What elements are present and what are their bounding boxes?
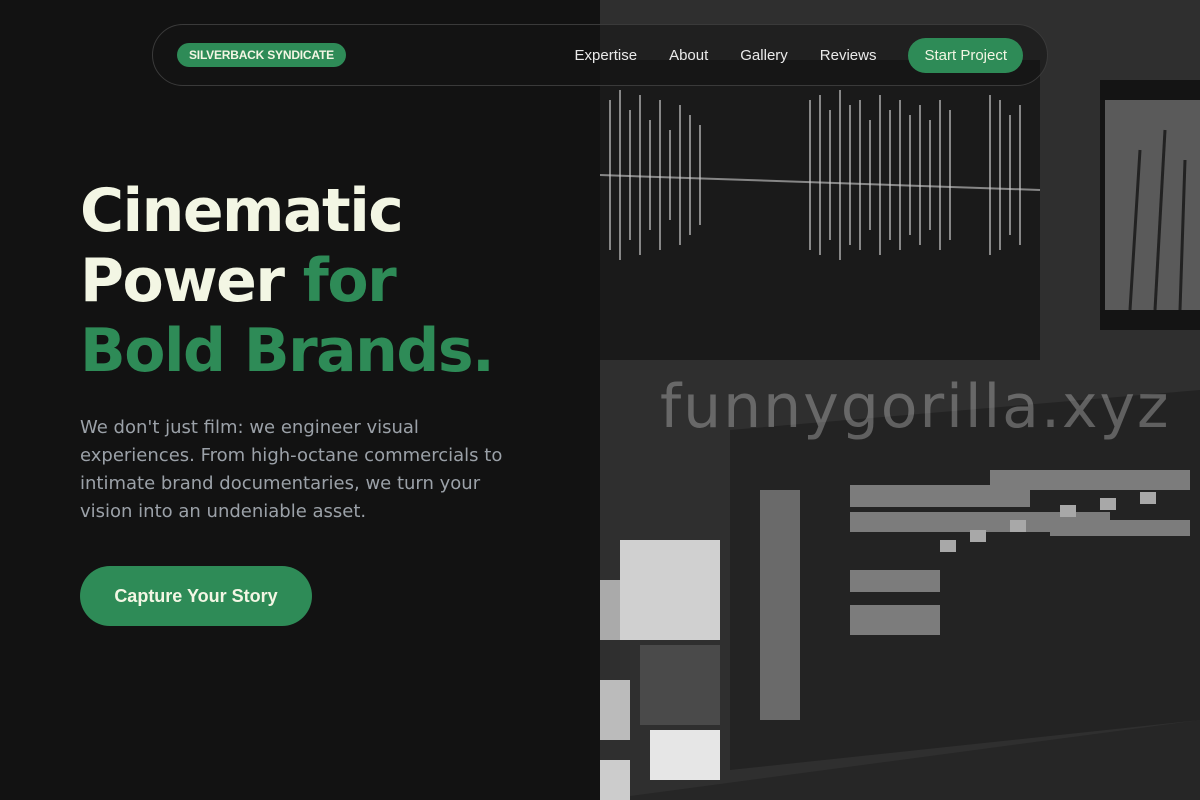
nav-link-about[interactable]: About <box>669 47 708 64</box>
nav-link-reviews[interactable]: Reviews <box>820 47 877 64</box>
brand-logo[interactable]: SILVERBACK SYNDICATE <box>177 43 346 67</box>
nav-link-expertise[interactable]: Expertise <box>575 47 638 64</box>
nav-links: Expertise About Gallery Reviews Start Pr… <box>575 37 1023 73</box>
capture-your-story-button[interactable]: Capture Your Story <box>80 566 312 626</box>
hero-title-line2-accent: for <box>302 246 397 316</box>
nav-link-gallery[interactable]: Gallery <box>740 47 788 64</box>
hero-title-line1: Cinematic <box>80 176 404 246</box>
hero-title-line3-accent: Bold Brands. <box>80 316 495 386</box>
hero-title: Cinematic Power for Bold Brands. <box>80 176 580 386</box>
top-navbar: SILVERBACK SYNDICATE Expertise About Gal… <box>152 24 1048 86</box>
start-project-button[interactable]: Start Project <box>908 37 1023 73</box>
hero-description: We don't just film: we engineer visual e… <box>80 417 503 522</box>
hero-left-panel <box>0 0 600 800</box>
hero-title-line2-plain: Power <box>80 246 303 316</box>
watermark: funnygorilla.xyz <box>660 372 1171 442</box>
